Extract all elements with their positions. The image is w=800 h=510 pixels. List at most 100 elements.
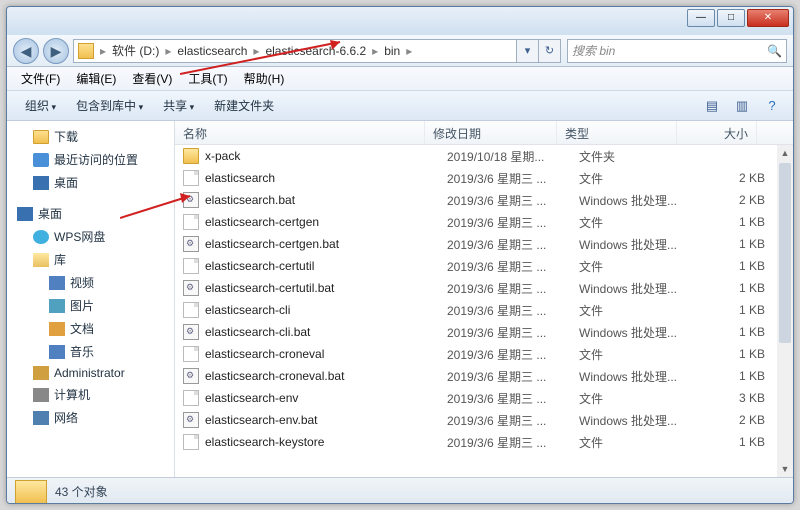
sidebar-item[interactable]: 网络 [7,406,174,429]
sidebar-item[interactable]: 库 [7,248,174,271]
file-row[interactable]: elasticsearch-certutil2019/3/6 星期三 ...文件… [175,255,793,277]
file-row[interactable]: x-pack2019/10/18 星期...文件夹 [175,145,793,167]
sidebar-item-label: 网络 [54,409,78,426]
sidebar-item[interactable]: 桌面 [7,171,174,194]
file-date: 2019/3/6 星期三 ... [447,302,579,319]
navigation-pane[interactable]: 下载最近访问的位置桌面桌面WPS网盘库视频图片文档音乐Administrator… [7,121,175,477]
scrollbar-thumb[interactable] [779,163,791,343]
file-name: elasticsearch-env.bat [205,413,447,427]
file-row[interactable]: elasticsearch-croneval2019/3/6 星期三 ...文件… [175,343,793,365]
sidebar-item-label: 文档 [70,320,94,337]
explorer-window: — □ ✕ ◀ ▶ ▸ 软件 (D:) ▸ elasticsearch ▸ el… [6,6,794,504]
file-name: elasticsearch-keystore [205,435,447,449]
help-icon[interactable]: ? [759,95,785,117]
include-library-button[interactable]: 包含到库中 [66,93,153,118]
sidebar-item[interactable]: Administrator [7,363,174,383]
file-name: elasticsearch-certgen [205,215,447,229]
menu-file[interactable]: 文件(F) [13,68,68,89]
sidebar-item-icon [33,230,49,244]
sidebar-item[interactable]: 下载 [7,125,174,148]
back-button[interactable]: ◀ [13,38,39,64]
breadcrumb-item[interactable]: bin [380,44,404,58]
file-size: 1 KB [699,281,765,295]
file-row[interactable]: elasticsearch2019/3/6 星期三 ...文件2 KB [175,167,793,189]
share-button[interactable]: 共享 [153,93,204,118]
sidebar-item[interactable]: 计算机 [7,383,174,406]
sidebar-item[interactable]: 桌面 [7,202,174,225]
file-icon [183,170,199,186]
forward-button[interactable]: ▶ [43,38,69,64]
breadcrumb-item[interactable]: elasticsearch-6.6.2 [261,44,370,58]
column-name[interactable]: 名称 [175,121,425,144]
sidebar-item-label: 桌面 [38,205,62,222]
file-date: 2019/3/6 星期三 ... [447,346,579,363]
minimize-button[interactable]: — [687,9,715,27]
file-date: 2019/3/6 星期三 ... [447,368,579,385]
file-row[interactable]: elasticsearch-certutil.bat2019/3/6 星期三 .… [175,277,793,299]
file-row[interactable]: elasticsearch-cli2019/3/6 星期三 ...文件1 KB [175,299,793,321]
vertical-scrollbar[interactable]: ▲ ▼ [777,145,793,477]
file-row[interactable]: elasticsearch.bat2019/3/6 星期三 ...Windows… [175,189,793,211]
file-name: x-pack [205,149,447,163]
file-size: 1 KB [699,259,765,273]
view-mode-icon[interactable]: ▤ [699,95,725,117]
file-row[interactable]: elasticsearch-env.bat2019/3/6 星期三 ...Win… [175,409,793,431]
breadcrumb-item[interactable]: 软件 (D:) [108,42,163,59]
file-type: Windows 批处理... [579,412,699,429]
menu-help[interactable]: 帮助(H) [236,68,293,89]
sidebar-item-icon [33,153,49,167]
file-name: elasticsearch-croneval.bat [205,369,447,383]
sidebar-item[interactable]: 音乐 [7,340,174,363]
file-row[interactable]: elasticsearch-certgen.bat2019/3/6 星期三 ..… [175,233,793,255]
file-size: 3 KB [699,391,765,405]
file-icon [183,324,199,340]
file-date: 2019/3/6 星期三 ... [447,170,579,187]
maximize-button[interactable]: □ [717,9,745,27]
breadcrumb[interactable]: ▸ 软件 (D:) ▸ elasticsearch ▸ elasticsearc… [73,39,517,63]
file-type: 文件 [579,214,699,231]
sidebar-item[interactable]: 文档 [7,317,174,340]
column-size[interactable]: 大小 [677,121,757,144]
sidebar-item[interactable]: 最近访问的位置 [7,148,174,171]
column-date[interactable]: 修改日期 [425,121,557,144]
column-type[interactable]: 类型 [557,121,677,144]
file-icon [183,214,199,230]
scroll-up-icon[interactable]: ▲ [777,145,793,161]
chevron-right-icon: ▸ [251,44,261,58]
file-icon [183,412,199,428]
menu-view[interactable]: 查看(V) [124,68,180,89]
file-date: 2019/10/18 星期... [447,148,579,165]
file-row[interactable]: elasticsearch-cli.bat2019/3/6 星期三 ...Win… [175,321,793,343]
scroll-down-icon[interactable]: ▼ [777,461,793,477]
file-icon [183,192,199,208]
file-row[interactable]: elasticsearch-croneval.bat2019/3/6 星期三 .… [175,365,793,387]
breadcrumb-item[interactable]: elasticsearch [173,44,251,58]
window-controls: — □ ✕ [685,9,789,27]
close-button[interactable]: ✕ [747,9,789,27]
file-row[interactable]: elasticsearch-env2019/3/6 星期三 ...文件3 KB [175,387,793,409]
sidebar-item[interactable]: WPS网盘 [7,225,174,248]
organize-button[interactable]: 组织 [15,93,66,118]
file-icon [183,368,199,384]
new-folder-button[interactable]: 新建文件夹 [204,93,284,118]
sidebar-item-label: 计算机 [54,386,90,403]
search-input[interactable]: 搜索 bin 🔍 [567,39,787,63]
file-date: 2019/3/6 星期三 ... [447,258,579,275]
file-row[interactable]: elasticsearch-keystore2019/3/6 星期三 ...文件… [175,431,793,453]
file-row[interactable]: elasticsearch-certgen2019/3/6 星期三 ...文件1… [175,211,793,233]
sidebar-item-label: 下载 [54,128,78,145]
sidebar-item-icon [49,299,65,313]
file-size: 1 KB [699,435,765,449]
search-icon[interactable]: 🔍 [767,44,782,58]
preview-pane-icon[interactable]: ▥ [729,95,755,117]
search-placeholder: 搜索 bin [572,42,615,59]
file-icon [183,434,199,450]
refresh-button[interactable]: ↻ [539,39,561,63]
sidebar-item-label: 桌面 [54,174,78,191]
menu-edit[interactable]: 编辑(E) [68,68,124,89]
titlebar: — □ ✕ [7,7,793,35]
sidebar-item[interactable]: 视频 [7,271,174,294]
address-dropdown[interactable]: ▾ [517,39,539,63]
sidebar-item[interactable]: 图片 [7,294,174,317]
menu-tools[interactable]: 工具(T) [180,68,235,89]
